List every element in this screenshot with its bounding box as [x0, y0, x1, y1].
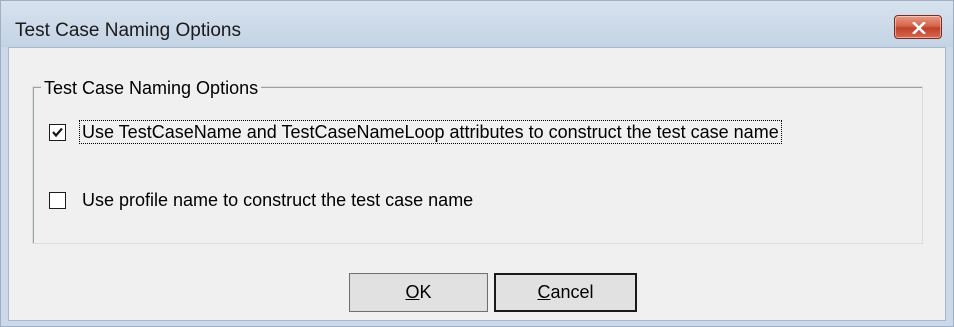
- dialog-window: Test Case Naming Options Test Case Namin…: [0, 0, 954, 327]
- cancel-button-label: Cancel: [537, 282, 594, 302]
- close-button[interactable]: [894, 15, 942, 39]
- close-icon: [912, 22, 926, 34]
- testcasename-checkbox[interactable]: [49, 123, 66, 141]
- dialog-body: Test Case Naming Options Use TestCaseNam…: [8, 47, 946, 321]
- ok-button-label: OK: [405, 282, 432, 302]
- profile-name-checkbox[interactable]: [49, 191, 66, 209]
- option-testcasename-attributes[interactable]: Use TestCaseName and TestCaseNameLoop at…: [49, 120, 782, 144]
- profile-name-option-label[interactable]: Use profile name to construct the test c…: [80, 189, 475, 211]
- window-title: Test Case Naming Options: [15, 20, 241, 41]
- cancel-button[interactable]: Cancel: [494, 273, 637, 312]
- testcasename-option-label[interactable]: Use TestCaseName and TestCaseNameLoop at…: [79, 120, 782, 144]
- option-profile-name[interactable]: Use profile name to construct the test c…: [49, 189, 475, 211]
- title-bar[interactable]: Test Case Naming Options: [1, 1, 953, 47]
- group-title: Test Case Naming Options: [41, 78, 262, 98]
- checkmark-icon: [52, 127, 63, 137]
- naming-options-group: [32, 86, 923, 244]
- ok-button[interactable]: OK: [349, 273, 488, 312]
